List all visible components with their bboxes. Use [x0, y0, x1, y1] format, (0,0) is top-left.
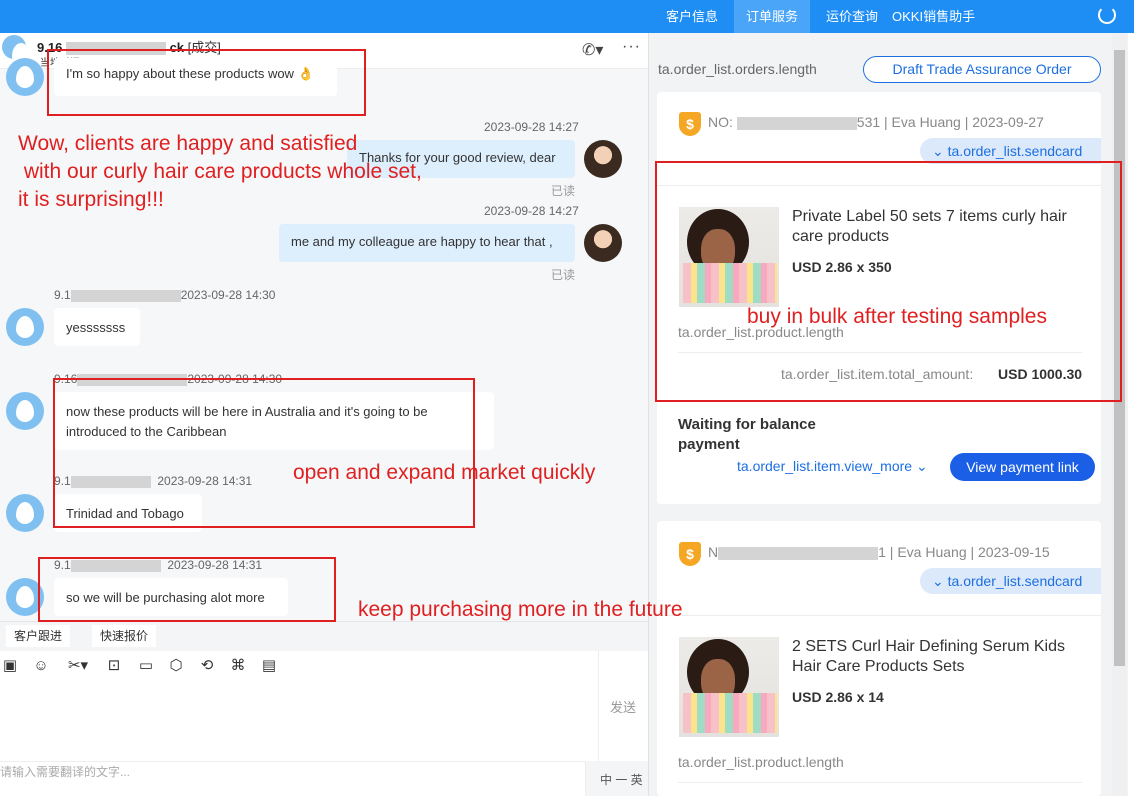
blurred-order-no [736, 116, 857, 130]
emoji-icon[interactable]: ☺ [32, 657, 50, 675]
lang-toggle[interactable]: 中 一 英 [600, 771, 643, 788]
orders-count: ta.order_list.orders.length [658, 61, 817, 77]
order-number: N1 | Eva Huang | 2023-09-15 [708, 544, 1050, 560]
more-icon[interactable]: ··· [622, 38, 641, 56]
view-payment-link-button[interactable]: View payment link [950, 453, 1095, 481]
divider [657, 615, 1101, 616]
customer-avatar [6, 58, 44, 96]
message-bubble: yesssssss [54, 308, 140, 346]
translate-input[interactable]: 请输入需要翻译的文字... [0, 763, 130, 780]
annotation-text: open and expand market quickly [293, 461, 596, 484]
message-time: 2023-09-28 14:27 [484, 204, 579, 218]
product-count: ta.order_list.product.length [678, 754, 844, 770]
product-thumbnail[interactable] [679, 637, 779, 737]
customer-avatar [6, 494, 44, 532]
refresh-icon[interactable] [1098, 6, 1116, 24]
send-button[interactable]: 发送 [610, 697, 636, 716]
tab-okki-assistant[interactable]: OKKI销售助手 [882, 0, 985, 33]
customer-avatar [6, 308, 44, 346]
trade-assurance-icon: $ [679, 112, 701, 136]
agent-avatar [584, 224, 622, 262]
send-card-button[interactable]: ⌄ ta.order_list.sendcard [920, 568, 1101, 594]
read-receipt: 已读 [551, 268, 576, 282]
chevron-down-icon: ⌄ [932, 573, 944, 589]
message-input[interactable] [0, 683, 598, 761]
product-price: USD 2.86 x 14 [792, 689, 884, 705]
scissors-icon[interactable]: ✂▾ [63, 657, 93, 675]
quick-tab-quote[interactable]: 快速报价 [92, 625, 157, 647]
chat-icon[interactable]: ▣ [1, 657, 19, 675]
order-number: NO: 531 | Eva Huang | 2023-09-27 [708, 114, 1044, 130]
report-icon[interactable]: ▤ [260, 657, 278, 675]
folder-icon[interactable]: ▭ [137, 657, 155, 675]
history-icon[interactable]: ⟲ [198, 657, 216, 675]
read-receipt: 已读 [551, 184, 576, 198]
agent-avatar [584, 140, 622, 178]
message-bubble: me and my colleague are happy to hear th… [279, 224, 575, 262]
chevron-down-icon: ⌄ [932, 143, 944, 159]
sender-meta: 9.1 2023-09-28 14:30 [54, 288, 276, 302]
message-time: 2023-09-28 14:27 [484, 120, 579, 134]
product-name[interactable]: 2 SETS Curl Hair Defining Serum Kids Hai… [792, 637, 1082, 677]
screenshot-icon[interactable]: ⊡ [105, 657, 123, 675]
view-more-link[interactable]: ta.order_list.item.view_more ⌄ [737, 458, 928, 475]
annotation-box [53, 378, 475, 528]
annotation-text: keep purchasing more in the future [358, 598, 683, 621]
contact-avatar[interactable] [2, 35, 30, 65]
tab-order-service[interactable]: 订单服务 [734, 0, 811, 33]
quick-reply-icon[interactable]: ⌘ [229, 657, 247, 675]
customer-avatar [6, 392, 44, 430]
annotation-text: buy in bulk after testing samples [747, 305, 1047, 328]
order-status: Waiting for balance payment [678, 416, 816, 453]
cube-icon[interactable]: ⬡ [167, 657, 185, 675]
blurred-order-no [718, 546, 879, 560]
annotation-text: Wow, clients are happy and satisfied wit… [18, 132, 422, 211]
draft-order-button[interactable]: Draft Trade Assurance Order [863, 56, 1101, 83]
quick-tab-follow-up[interactable]: 客户跟进 [6, 625, 71, 647]
blurred-name [70, 289, 181, 302]
divider [678, 782, 1082, 783]
trade-assurance-icon: $ [679, 542, 701, 566]
window-edge [1128, 33, 1134, 796]
phone-icon[interactable]: ✆▾ [582, 40, 603, 60]
annotation-box [655, 161, 1122, 402]
annotation-box [38, 557, 336, 622]
tab-customer-info[interactable]: 客户信息 [656, 0, 728, 33]
annotation-box [47, 49, 366, 116]
chevron-down-icon: ⌄ [915, 458, 928, 474]
tab-freight-query[interactable]: 运价查询 [816, 0, 888, 33]
